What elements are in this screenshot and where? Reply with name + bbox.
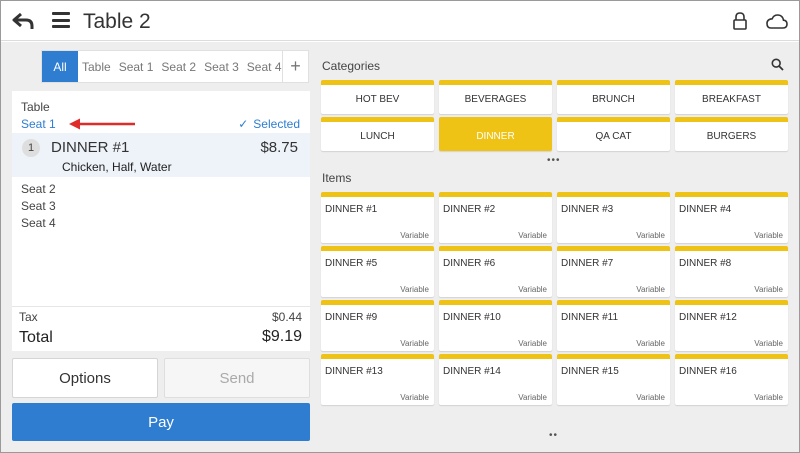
seat-tab-all[interactable]: All [42,51,78,82]
seat-tab-seat-2[interactable]: Seat 2 [157,51,200,82]
menu-item-price-type: Variable [518,393,547,402]
item-price: $8.75 [260,139,298,156]
menu-item-name: DINNER #10 [443,312,501,323]
category-burgers[interactable]: BURGERS [675,117,788,151]
menu-item-price-type: Variable [518,285,547,294]
menu-item-price-type: Variable [636,231,665,240]
seat-tab-seat-3[interactable]: Seat 3 [200,51,243,82]
red-arrow-annotation [69,118,135,130]
item-page-dots: •• [549,430,559,441]
tax-label: Tax [19,310,38,324]
back-arrow-icon[interactable] [11,10,35,32]
selected-label: Selected [253,117,300,131]
cloud-icon[interactable] [765,12,789,30]
menu-item-price-type: Variable [400,393,429,402]
item-grid: DINNER #1 Variable DINNER #2 Variable DINNER… [321,192,791,405]
menu-item-card[interactable]: DINNER #10 Variable [439,300,552,351]
category-dinner[interactable]: DINNER [439,117,552,151]
menu-item-card[interactable]: DINNER #11 Variable [557,300,670,351]
menu-item-name: DINNER #5 [325,258,378,269]
menu-item-name: DINNER #16 [679,366,737,377]
options-button[interactable]: Options [12,358,158,398]
category-beverages[interactable]: BEVERAGES [439,80,552,114]
category-qa-cat[interactable]: QA CAT [557,117,670,151]
menu-item-name: DINNER #3 [561,204,614,215]
tax-value: $0.44 [271,310,302,324]
seat-line-4[interactable]: Seat 4 [21,216,56,230]
menu-item-card[interactable]: DINNER #8 Variable [675,246,788,297]
menu-item-name: DINNER #6 [443,258,496,269]
menu-item-price-type: Variable [754,339,783,348]
menu-item-card[interactable]: DINNER #4 Variable [675,192,788,243]
category-brunch[interactable]: BRUNCH [557,80,670,114]
menu-item-name: DINNER #8 [679,258,732,269]
menu-item-price-type: Variable [636,285,665,294]
menu-item-price-type: Variable [754,231,783,240]
seat-tab-seat-1[interactable]: Seat 1 [115,51,158,82]
totals-panel: Tax $0.44 Total $9.19 [12,306,310,351]
menu-item-name: DINNER #4 [679,204,732,215]
selected-indicator: ✓ Selected [238,117,300,131]
top-bar: Table 2 [1,1,799,41]
menu-item-name: DINNER #15 [561,366,619,377]
total-label: Total [19,329,53,346]
add-seat-button[interactable]: + [282,51,308,82]
menu-item-name: DINNER #12 [679,312,737,323]
menu-item-name: DINNER #13 [325,366,383,377]
menu-item-card[interactable]: DINNER #7 Variable [557,246,670,297]
menu-item-price-type: Variable [754,393,783,402]
menu-item-name: DINNER #1 [325,204,378,215]
menu-item-card[interactable]: DINNER #12 Variable [675,300,788,351]
table-label[interactable]: Table [21,100,50,114]
menu-icon[interactable] [52,12,70,28]
menu-item-name: DINNER #2 [443,204,496,215]
menu-item-card[interactable]: DINNER #3 Variable [557,192,670,243]
menu-item-card[interactable]: DINNER #5 Variable [321,246,434,297]
menu-item-price-type: Variable [400,339,429,348]
menu-item-card[interactable]: DINNER #2 Variable [439,192,552,243]
menu-item-card[interactable]: DINNER #15 Variable [557,354,670,405]
menu-item-name: DINNER #7 [561,258,614,269]
seat-tabs: All Table Seat 1 Seat 2 Seat 3 Seat 4 + [41,50,309,83]
menu-item-name: DINNER #11 [561,312,619,323]
check-icon: ✓ [238,117,249,131]
item-quantity-badge: 1 [22,139,40,157]
menu-item-price-type: Variable [636,393,665,402]
search-icon[interactable] [771,58,784,71]
menu-item-card[interactable]: DINNER #13 Variable [321,354,434,405]
item-modifiers: Chicken, Half, Water [62,160,172,174]
menu-item-card[interactable]: DINNER #14 Variable [439,354,552,405]
category-grid: HOT BEV BEVERAGES BRUNCH BREAKFAST LUNCH DINN… [321,80,791,151]
menu-item-card[interactable]: DINNER #16 Variable [675,354,788,405]
items-title: Items [322,171,352,185]
category-lunch[interactable]: LUNCH [321,117,434,151]
seat-line-2[interactable]: Seat 2 [21,182,56,196]
pay-button[interactable]: Pay [12,403,310,441]
seat-tab-seat-4[interactable]: Seat 4 [243,51,286,82]
menu-item-price-type: Variable [754,285,783,294]
page-title: Table 2 [83,10,151,33]
menu-item-price-type: Variable [518,339,547,348]
current-seat-label[interactable]: Seat 1 [21,117,56,131]
menu-item-name: DINNER #9 [325,312,378,323]
category-page-dots: ••• [547,155,561,166]
total-value: $9.19 [261,328,302,345]
category-breakfast[interactable]: BREAKFAST [675,80,788,114]
menu-item-price-type: Variable [518,231,547,240]
seat-tab-table[interactable]: Table [78,51,115,82]
menu-item-card[interactable]: DINNER #9 Variable [321,300,434,351]
seat-line-3[interactable]: Seat 3 [21,199,56,213]
menu-item-name: DINNER #14 [443,366,501,377]
item-name: DINNER #1 [51,139,130,156]
menu-item-price-type: Variable [636,339,665,348]
menu-item-card[interactable]: DINNER #1 Variable [321,192,434,243]
menu-item-price-type: Variable [400,231,429,240]
send-button[interactable]: Send [164,358,310,398]
category-hot-bev[interactable]: HOT BEV [321,80,434,114]
order-item-row[interactable]: 1 DINNER #1 $8.75 Chicken, Half, Water [12,133,310,177]
menu-item-price-type: Variable [400,285,429,294]
menu-item-card[interactable]: DINNER #6 Variable [439,246,552,297]
lock-icon[interactable] [732,11,748,31]
categories-title: Categories [322,59,381,73]
